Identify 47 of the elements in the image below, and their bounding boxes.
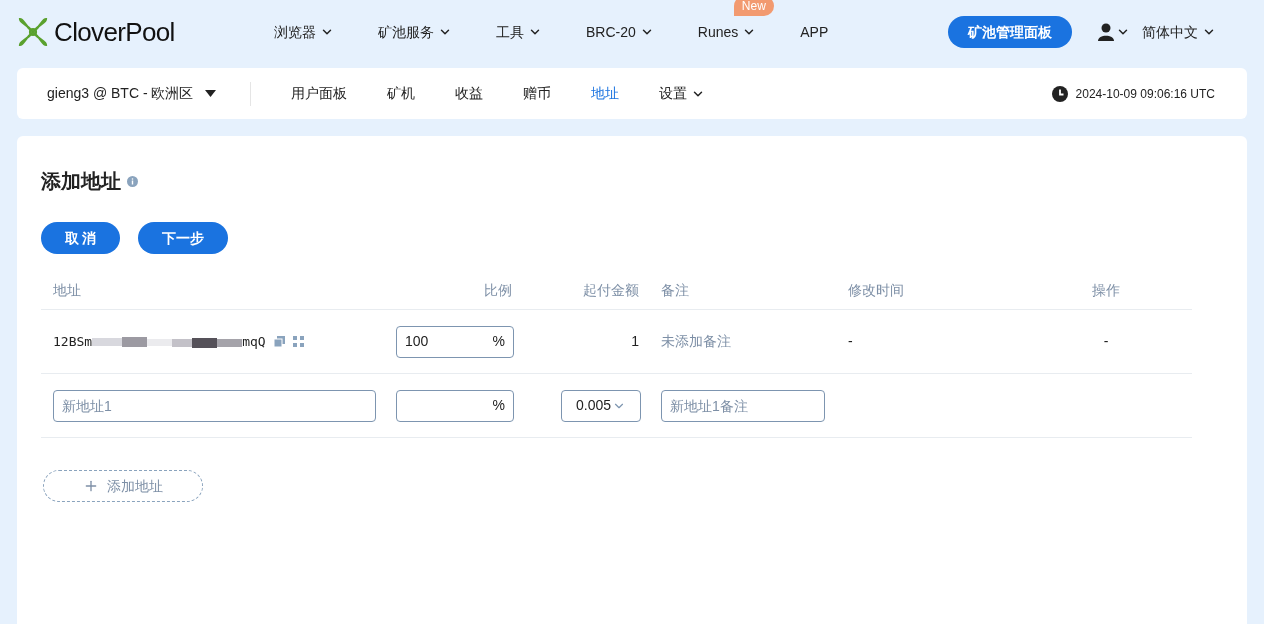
qr-code-icon[interactable] (292, 336, 304, 347)
min-payment-text: 1 (630, 332, 640, 351)
action-button[interactable]: 下一步 (138, 222, 228, 254)
note-text: 未添加备注 (660, 332, 732, 351)
action-text: - (1102, 332, 1110, 351)
brand-name[interactable]: CloverPool (54, 12, 175, 52)
copy-icon[interactable] (273, 336, 285, 347)
action-button[interactable]: 取 消 (41, 222, 120, 254)
address-text: 12BSm (53, 332, 93, 351)
info-icon (127, 175, 138, 187)
nav-menu-item[interactable]: BRC-20 (586, 21, 654, 43)
column-header: 比例 (483, 281, 513, 300)
dashboard-button[interactable]: 矿池管理面板 (948, 16, 1072, 48)
account-selector[interactable]: gieng3 @ BTC - 欧洲区 (47, 83, 247, 104)
user-icon (1098, 23, 1114, 41)
ratio-field[interactable]: 100 % (396, 325, 514, 358)
nav-menu-item[interactable]: 工具 (496, 21, 542, 43)
column-header: 起付金额 (582, 281, 640, 300)
sub-nav-tab[interactable]: 收益 (455, 83, 483, 104)
note-input-field[interactable]: 新地址1备注 (661, 389, 825, 422)
modified-time-text: - (847, 332, 854, 351)
min-payment-select[interactable]: 0.005 (561, 389, 641, 422)
nav-menu-item[interactable]: 矿池服务 (378, 21, 452, 43)
clover-logo-icon (16, 15, 50, 49)
new-badge: New (733, 0, 774, 16)
nav-menu-item[interactable]: Runes (697, 21, 757, 43)
page-title: 添加地址 (41, 169, 121, 194)
nav-menu-item[interactable]: 浏览器 (274, 21, 334, 43)
caret-down-icon (205, 90, 217, 97)
sub-nav-tab[interactable]: 赠币 (523, 83, 551, 104)
sub-nav-tab[interactable]: 矿机 (387, 83, 415, 104)
timestamp: 2024-10-09 09:06:16 UTC (1075, 85, 1215, 103)
clock-icon (1051, 85, 1068, 102)
column-header: 操作 (1091, 281, 1121, 300)
user-menu[interactable] (1098, 23, 1130, 41)
sub-nav-tab[interactable]: 用户面板 (291, 83, 347, 104)
plus-icon (83, 478, 99, 494)
ratio-field[interactable]: % (396, 389, 514, 422)
column-header: 地址 (52, 281, 82, 300)
column-header: 备注 (660, 281, 690, 300)
sub-nav-tab[interactable]: 设置 (659, 83, 705, 104)
language-selector[interactable]: 简体中文 (1142, 21, 1216, 43)
sub-nav-tab[interactable]: 地址 (591, 83, 619, 104)
address-input-field[interactable]: 新地址1 (53, 389, 376, 422)
nav-menu-item[interactable]: APP (800, 21, 829, 43)
address-text: mqQ (242, 332, 266, 351)
column-header: 修改时间 (847, 281, 905, 300)
